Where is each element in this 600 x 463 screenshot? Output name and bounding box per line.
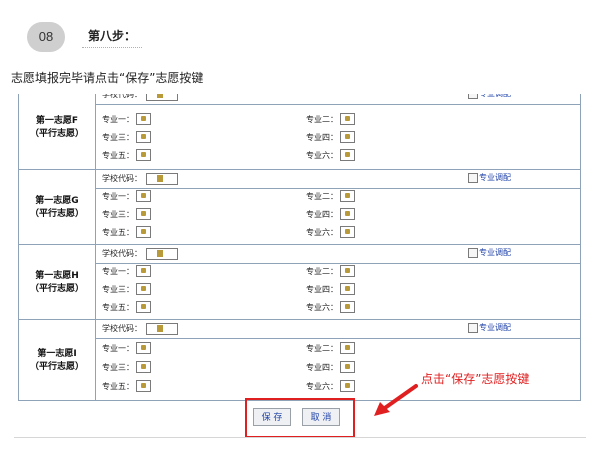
volunteer-label: 第一志愿H （平行志愿） (19, 245, 96, 320)
step-title: 第八步： (82, 27, 143, 48)
lock-icon (340, 380, 355, 392)
major-adjust-option[interactable]: 专业调配 (468, 247, 511, 258)
lock-icon (136, 361, 151, 373)
volunteer-name: 第一志愿I (37, 348, 77, 359)
lock-icon (340, 190, 355, 202)
school-code-label: 学校代码： (102, 174, 142, 183)
lock-icon (136, 208, 151, 220)
lock-icon (340, 131, 355, 143)
major-adjust-label: 专业调配 (479, 248, 511, 257)
lock-icon (340, 283, 355, 295)
school-code-input[interactable] (146, 248, 178, 260)
school-code-row: 学校代码： 专业调配 (96, 94, 580, 105)
major-3[interactable]: 专业三： (102, 208, 151, 220)
volunteer-block-i: 第一志愿I （平行志愿） 学校代码： 专业调配 专业一： 专业二： 专业三： 专… (19, 319, 580, 400)
lock-icon (136, 265, 151, 277)
lock-icon (136, 226, 151, 238)
major-1[interactable]: 专业一： (102, 342, 151, 354)
checkbox-icon (468, 247, 478, 258)
lock-icon (136, 131, 151, 143)
annotation-callout: 点击“保存”志愿按键 (421, 372, 530, 386)
volunteer-label: 第一志愿F （平行志愿） (19, 94, 96, 170)
instruction-text: 志愿填报完毕请点击“保存”志愿按键 (11, 71, 204, 85)
volunteer-block-f: 第一志愿F （平行志愿） 学校代码： 专业调配 专业一： 专业二： 专业三： 专… (19, 94, 580, 170)
major-adjust-option[interactable]: 专业调配 (468, 94, 511, 99)
school-code-label: 学校代码： (102, 94, 142, 99)
major-5[interactable]: 专业五： (102, 149, 151, 161)
volunteer-type: （平行志愿） (29, 361, 84, 372)
checkbox-icon (468, 322, 478, 333)
lock-icon (340, 226, 355, 238)
major-1[interactable]: 专业一： (102, 190, 151, 202)
lock-icon (136, 283, 151, 295)
major-6[interactable]: 专业六： (306, 149, 355, 161)
volunteer-label: 第一志愿I （平行志愿） (19, 320, 96, 400)
major-6[interactable]: 专业六： (306, 301, 355, 313)
major-3[interactable]: 专业三： (102, 361, 151, 373)
lock-icon (340, 113, 355, 125)
lock-icon (340, 265, 355, 277)
school-code-input[interactable] (146, 323, 178, 335)
school-code-label: 学校代码： (102, 324, 142, 333)
major-4[interactable]: 专业四： (306, 208, 355, 220)
lock-icon (136, 380, 151, 392)
volunteer-name: 第一志愿H (35, 270, 79, 281)
lock-icon (340, 342, 355, 354)
major-2[interactable]: 专业二： (306, 113, 355, 125)
major-2[interactable]: 专业二： (306, 190, 355, 202)
major-2[interactable]: 专业二： (306, 342, 355, 354)
major-adjust-label: 专业调配 (479, 173, 511, 182)
cancel-button[interactable]: 取 消 (302, 408, 340, 426)
lock-icon (136, 342, 151, 354)
major-adjust-option[interactable]: 专业调配 (468, 322, 511, 333)
lock-icon (136, 190, 151, 202)
lock-icon (340, 149, 355, 161)
volunteer-type: （平行志愿） (29, 129, 84, 139)
major-5[interactable]: 专业五： (102, 301, 151, 313)
major-2[interactable]: 专业二： (306, 265, 355, 277)
volunteer-label: 第一志愿G （平行志愿） (19, 170, 96, 245)
major-1[interactable]: 专业一： (102, 265, 151, 277)
major-6[interactable]: 专业六： (306, 380, 355, 392)
major-adjust-label: 专业调配 (479, 323, 511, 332)
major-3[interactable]: 专业三： (102, 131, 151, 143)
volunteer-name: 第一志愿F (35, 116, 79, 126)
major-5[interactable]: 专业五： (102, 226, 151, 238)
volunteer-block-g: 第一志愿G （平行志愿） 学校代码： 专业调配 专业一： 专业二： 专业三： 专… (19, 169, 580, 245)
major-3[interactable]: 专业三： (102, 283, 151, 295)
major-adjust-label: 专业调配 (479, 94, 511, 98)
lock-icon (340, 361, 355, 373)
volunteer-block-h: 第一志愿H （平行志愿） 学校代码： 专业调配 专业一： 专业二： 专业三： 专… (19, 244, 580, 320)
lock-icon (136, 301, 151, 313)
lock-icon (340, 301, 355, 313)
school-code-row: 学校代码： 专业调配 (96, 170, 580, 189)
major-1[interactable]: 专业一： (102, 113, 151, 125)
red-arrow-icon (374, 384, 418, 416)
lock-icon (340, 208, 355, 220)
volunteer-type: （平行志愿） (29, 208, 84, 219)
school-code-row: 学校代码： 专业调配 (96, 320, 580, 339)
volunteer-type: （平行志愿） (29, 283, 84, 294)
lock-icon (136, 149, 151, 161)
school-code-label: 学校代码： (102, 249, 142, 258)
bottom-divider (14, 437, 586, 438)
step-number-badge: 08 (27, 22, 65, 52)
volunteer-form: 第一志愿F （平行志愿） 学校代码： 专业调配 专业一： 专业二： 专业三： 专… (18, 94, 581, 401)
checkbox-icon (468, 94, 478, 99)
school-code-row: 学校代码： 专业调配 (96, 245, 580, 264)
school-code-input[interactable] (146, 173, 178, 185)
major-5[interactable]: 专业五： (102, 380, 151, 392)
save-button[interactable]: 保 存 (253, 408, 291, 426)
school-code-input[interactable] (146, 94, 178, 101)
major-4[interactable]: 专业四： (306, 131, 355, 143)
checkbox-icon (468, 172, 478, 183)
major-6[interactable]: 专业六： (306, 226, 355, 238)
major-4[interactable]: 专业四： (306, 283, 355, 295)
major-adjust-option[interactable]: 专业调配 (468, 172, 511, 183)
volunteer-name: 第一志愿G (35, 195, 79, 206)
major-4[interactable]: 专业四： (306, 361, 355, 373)
lock-icon (136, 113, 151, 125)
